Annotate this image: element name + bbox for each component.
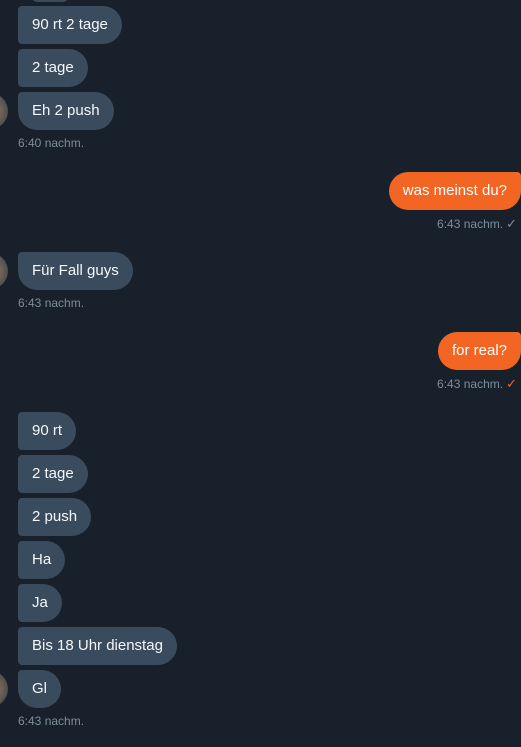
incoming-message[interactable]: Eh 2 push [18, 92, 114, 130]
incoming-message[interactable]: 90 rt [18, 412, 77, 450]
message-timestamp: 6:40 nachm. [18, 136, 85, 150]
outgoing-timestamp: 6:43 nachm. ✓ [437, 216, 517, 232]
incoming-message[interactable]: 2 tage [18, 455, 88, 493]
message-timestamp: 6:43 nachm. [18, 714, 85, 728]
incoming-message[interactable]: Gl [18, 670, 61, 708]
sender-avatar[interactable] [0, 671, 8, 707]
outgoing-timestamp: 6:43 nachm. ✓ [437, 376, 517, 392]
incoming-message[interactable]: 90 rt 2 tage [18, 6, 122, 44]
message-timestamp: 6:43 nachm. [18, 296, 85, 310]
sender-avatar[interactable] [0, 93, 8, 129]
incoming-message[interactable]: Ja [18, 584, 62, 622]
incoming-message[interactable]: 2 tage [18, 49, 88, 87]
outgoing-time-text: 6:43 nachm. [437, 377, 504, 391]
outgoing-time-text: 6:43 nachm. [437, 217, 504, 231]
incoming-message[interactable]: Für Fall guys [18, 252, 133, 290]
outgoing-message[interactable]: for real? [437, 332, 521, 370]
outgoing-message[interactable]: was meinst du? [388, 172, 521, 210]
sender-avatar[interactable] [0, 253, 8, 289]
incoming-message[interactable]: Bis 18 Uhr dienstag [18, 627, 177, 665]
incoming-message[interactable]: Ha [18, 541, 66, 579]
read-check-icon: ✓ [506, 376, 517, 391]
previous-message-edge [30, 0, 70, 2]
incoming-message[interactable]: 2 push [18, 498, 92, 536]
chat-history[interactable]: 90 rt 2 tage 2 tage Eh 2 push 6:40 nachm… [0, 0, 521, 747]
sent-check-icon: ✓ [506, 216, 517, 231]
